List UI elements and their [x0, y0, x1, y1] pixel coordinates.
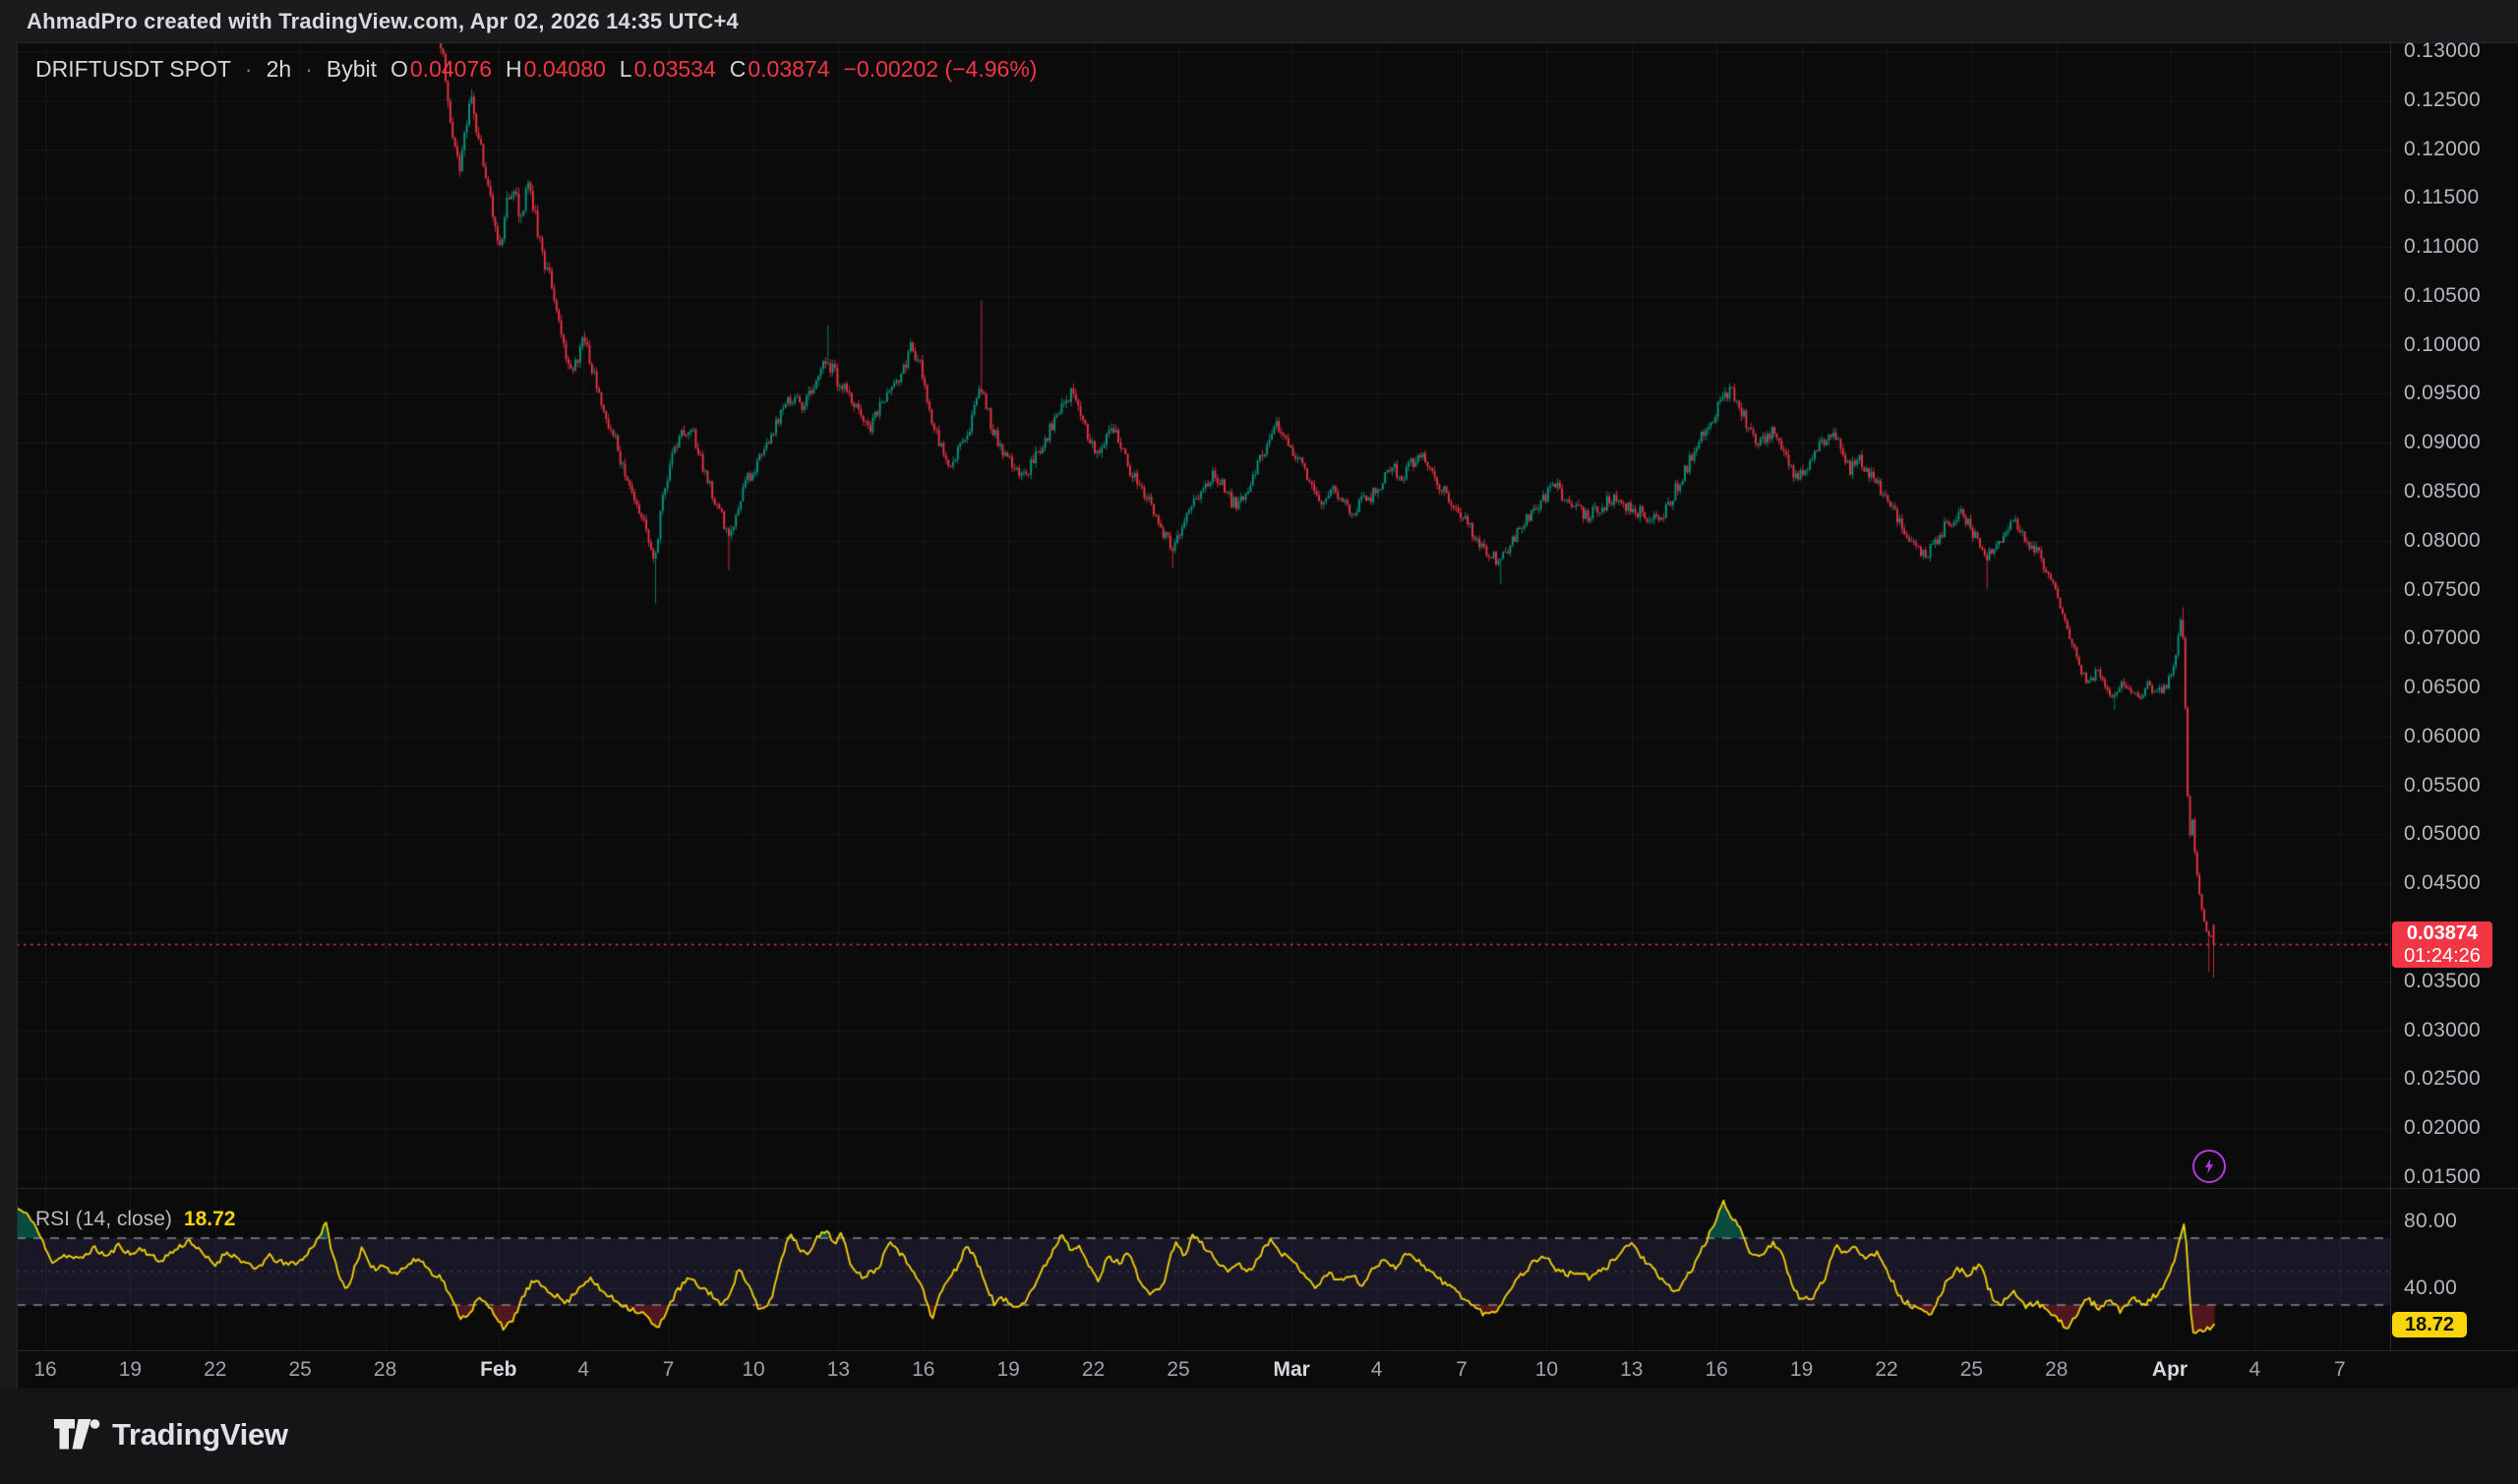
rsi-value-badge: 18.72 [2392, 1312, 2467, 1337]
price-axis-label: 0.03500 [2404, 971, 2481, 992]
time-axis-label: 25 [289, 1358, 312, 1382]
time-axis-label: 4 [2249, 1358, 2261, 1382]
price-axis-label: 0.11500 [2404, 187, 2479, 208]
price-axis-label: 0.06000 [2404, 726, 2481, 747]
instant-trading-button[interactable] [2192, 1150, 2226, 1183]
ohlc-high: H0.04080 [506, 56, 606, 83]
ohlc-open: O0.04076 [390, 56, 492, 83]
pane-left-border [17, 42, 18, 1389]
rsi-axis-label: 80.00 [2404, 1211, 2457, 1232]
price-chart-canvas[interactable] [17, 42, 2390, 1350]
bar-countdown: 01:24:26 [2392, 945, 2492, 968]
rsi-title[interactable]: RSI (14, close) [35, 1208, 172, 1231]
interval-label[interactable]: 2h [267, 56, 292, 83]
price-axis-label: 0.11000 [2404, 236, 2479, 258]
time-axis-label: 13 [1620, 1358, 1643, 1382]
pane-top-border [17, 42, 2518, 43]
time-axis-label: 19 [1790, 1358, 1813, 1382]
left-margin [0, 42, 17, 1389]
time-axis-label: 28 [374, 1358, 396, 1382]
price-axis-label: 0.08000 [2404, 530, 2481, 552]
time-axis-label: 13 [827, 1358, 850, 1382]
snapshot-attribution: AhmadPro created with TradingView.com, A… [27, 0, 739, 42]
time-axis-label: 22 [1875, 1358, 1897, 1382]
time-axis-label: Apr [2152, 1358, 2188, 1382]
time-axis-label: 22 [1082, 1358, 1105, 1382]
price-axis-label: 0.13000 [2404, 40, 2481, 62]
last-price-value: 0.03874 [2392, 922, 2492, 945]
ohlc-close: C0.03874 [730, 56, 830, 83]
time-axis-label: 7 [1456, 1358, 1468, 1382]
time-axis-label: 25 [1167, 1358, 1189, 1382]
price-axis-label: 0.02500 [2404, 1068, 2481, 1090]
tradingview-mark-icon [53, 1416, 100, 1453]
price-axis-label: 0.02000 [2404, 1117, 2481, 1139]
price-axis-label: 0.12500 [2404, 89, 2481, 111]
tradingview-logo[interactable]: TradingView [53, 1416, 288, 1453]
time-axis-label: Mar [1274, 1358, 1310, 1382]
exchange-label: Bybit [327, 56, 377, 83]
time-axis-label: 10 [742, 1358, 764, 1382]
price-axis-label: 0.10500 [2404, 285, 2481, 307]
time-axis-label: 16 [1706, 1358, 1728, 1382]
time-axis-label: 10 [1535, 1358, 1558, 1382]
price-axis-label: 0.09500 [2404, 383, 2481, 404]
time-axis-label: 16 [912, 1358, 934, 1382]
time-axis-label: 22 [204, 1358, 226, 1382]
price-axis-label: 0.04500 [2404, 872, 2481, 894]
price-axis-label: 0.08500 [2404, 481, 2481, 503]
price-axis-label: 0.01500 [2404, 1166, 2481, 1188]
time-axis-label: 7 [2334, 1358, 2346, 1382]
price-axis-label: 0.07000 [2404, 627, 2481, 649]
price-axis-label: 0.10000 [2404, 334, 2481, 356]
ohlc-low: L0.03534 [620, 56, 716, 83]
legend-separator: · [305, 56, 313, 83]
time-axis-label: 4 [1371, 1358, 1383, 1382]
symbol-legend: DRIFTUSDT SPOT · 2h · Bybit O0.04076 H0.… [35, 56, 1037, 83]
time-axis-label: 19 [997, 1358, 1020, 1382]
last-price-badge: 0.03874 01:24:26 [2392, 921, 2492, 968]
price-axis-label: 0.03000 [2404, 1020, 2481, 1041]
time-axis-label: 19 [119, 1358, 142, 1382]
pane-separator[interactable] [17, 1188, 2518, 1189]
price-axis-label: 0.12000 [2404, 139, 2481, 160]
symbol-title[interactable]: DRIFTUSDT SPOT [35, 56, 231, 83]
price-axis-border [2390, 42, 2391, 1350]
time-axis-border [17, 1350, 2518, 1351]
price-axis-label: 0.05000 [2404, 823, 2481, 845]
change-label: −0.00202 (−4.96%) [844, 56, 1038, 83]
price-axis-label: 0.05500 [2404, 775, 2481, 797]
tradingview-wordmark: TradingView [112, 1417, 288, 1453]
price-axis-label: 0.06500 [2404, 677, 2481, 698]
rsi-current-value: 18.72 [184, 1208, 236, 1231]
rsi-legend: RSI (14, close) 18.72 [35, 1208, 235, 1231]
price-axis-label: 0.07500 [2404, 579, 2481, 601]
time-axis-label: Feb [480, 1358, 516, 1382]
time-axis-label: 7 [663, 1358, 675, 1382]
rsi-axis-label: 40.00 [2404, 1277, 2457, 1299]
price-axis-label: 0.09000 [2404, 432, 2481, 453]
time-axis-label: 28 [2045, 1358, 2068, 1382]
time-axis-label: 4 [577, 1358, 589, 1382]
lightning-bolt-icon [2200, 1158, 2218, 1175]
legend-separator: · [245, 56, 253, 83]
time-axis-label: 25 [1960, 1358, 1983, 1382]
time-axis-label: 16 [33, 1358, 56, 1382]
